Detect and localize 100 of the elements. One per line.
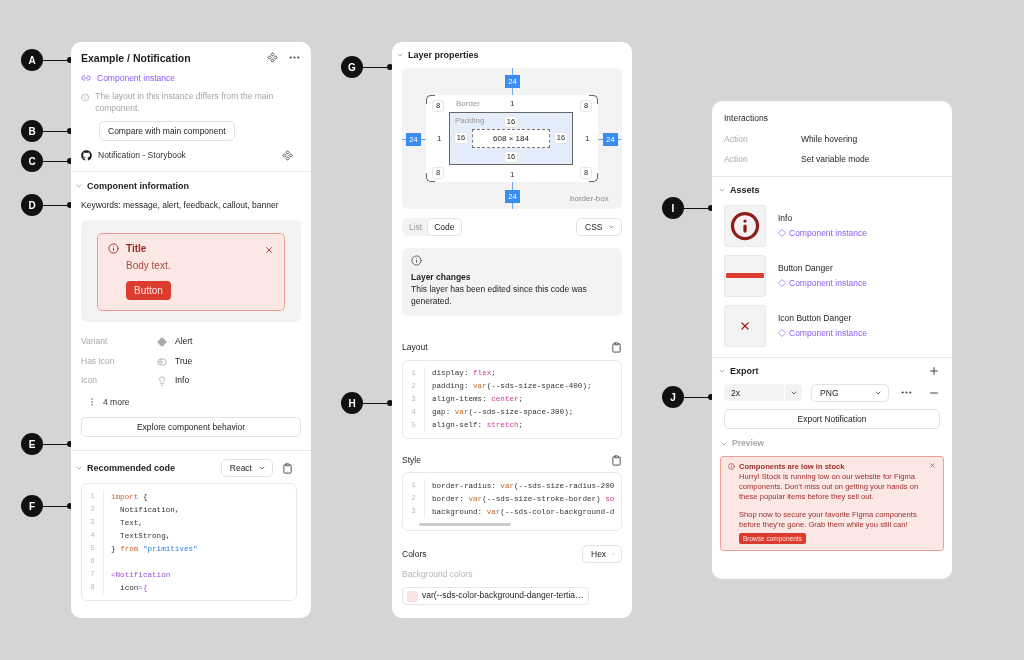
link-icon	[81, 73, 91, 83]
compare-button[interactable]: Compare with main component	[99, 120, 235, 141]
chevron-down-icon	[608, 223, 615, 231]
chevron-down-icon[interactable]	[396, 51, 404, 59]
section-title: Recommended code	[87, 463, 176, 474]
section-title: Export	[730, 365, 759, 376]
callout-badge: D	[21, 194, 43, 216]
component-icon[interactable]	[282, 149, 293, 161]
instance-link[interactable]: Component instance	[789, 228, 867, 239]
explore-button[interactable]: Explore component behavior	[81, 417, 301, 438]
asset-name: Icon Button Danger	[778, 313, 853, 326]
component-icon[interactable]	[267, 52, 278, 63]
instance-link[interactable]: Component instance	[789, 278, 867, 289]
leader-line	[684, 205, 714, 211]
border-value: 1	[510, 99, 515, 108]
callout-badge: C	[21, 150, 43, 172]
close-icon[interactable]	[264, 244, 274, 255]
storybook-link[interactable]: Notification - Storybook	[98, 150, 186, 161]
section-title: Colors	[402, 548, 427, 561]
color-format-dropdown[interactable]: Hex	[582, 545, 622, 564]
panel-title: Example / Notification	[81, 51, 191, 64]
info-icon	[728, 462, 735, 470]
callout-badge: J	[662, 386, 684, 408]
group-label: Background colors	[402, 569, 474, 582]
leader-line	[43, 158, 73, 164]
leader-line	[363, 400, 393, 406]
notification-body: Body text.	[126, 258, 171, 273]
leader-line	[43, 57, 73, 63]
diamond-icon	[157, 336, 167, 347]
leader-line	[43, 128, 73, 134]
leader-line	[43, 441, 73, 447]
view-tab[interactable]: Code	[428, 219, 461, 235]
button-drawing	[726, 273, 764, 279]
clipboard-icon[interactable]	[282, 462, 293, 474]
callout-badge: A	[21, 49, 43, 71]
action-value: Set variable mode	[801, 153, 870, 166]
leader-line	[684, 394, 714, 400]
diamond-icon	[778, 329, 786, 338]
bulb-icon	[157, 376, 167, 387]
content-size: 608 × 184	[472, 129, 550, 148]
more-link[interactable]: 4 more	[103, 397, 130, 408]
diamond-icon	[778, 279, 786, 288]
section-title: Layer properties	[408, 50, 479, 60]
border-label: Border	[456, 99, 480, 108]
action-value: While hovering	[801, 133, 858, 146]
color-value: var(--sds-color-background-danger-tertia…	[422, 590, 584, 603]
callout-badge: E	[21, 433, 43, 455]
callout-badge: F	[21, 495, 43, 517]
property-label: Has Icon	[81, 355, 116, 368]
scale-field[interactable]: 2x	[724, 384, 803, 402]
action-label: Action	[724, 153, 749, 166]
section-title: Component information	[87, 180, 189, 191]
keywords-text: Keywords: message, alert, feedback, callout, banner	[81, 199, 280, 212]
leader-line	[43, 503, 73, 509]
section-title: Layout	[402, 341, 428, 354]
section-title: Preview	[732, 437, 765, 450]
clipboard-icon[interactable]	[611, 455, 622, 466]
color-chip[interactable]: var(--sds-color-background-danger-tertia…	[402, 587, 589, 606]
github-icon	[81, 149, 92, 161]
format-dropdown[interactable]: CSS	[576, 218, 622, 236]
property-value: Alert	[175, 335, 193, 348]
property-value: Info	[175, 375, 190, 388]
asset-name: Info	[778, 213, 794, 226]
info-icon	[81, 93, 90, 102]
padding-label: Padding	[455, 116, 485, 125]
callout-badge: G	[341, 56, 363, 78]
info-icon	[411, 255, 422, 266]
file-format-dropdown[interactable]: PNG	[811, 383, 889, 402]
notification-title: Title	[126, 241, 147, 256]
action-label: Action	[724, 133, 749, 146]
property-label: Icon	[81, 375, 99, 388]
property-label: Variant	[81, 335, 109, 348]
leader-line	[363, 64, 393, 70]
section-title: Interactions	[724, 113, 769, 125]
notice-text: This layer has been edited since this code was generated.	[411, 283, 588, 308]
toggle-icon	[157, 356, 167, 367]
instance-link[interactable]: Component instance	[97, 73, 175, 83]
notice-text: The layout in this instance differs from the main component.	[95, 91, 275, 115]
close-icon[interactable]	[929, 461, 936, 469]
clipboard-icon[interactable]	[611, 342, 622, 354]
diamond-icon	[778, 229, 786, 238]
leader-line	[43, 202, 73, 208]
callout-badge: B	[21, 120, 43, 142]
language-dropdown[interactable]: React	[220, 459, 273, 478]
info-icon	[108, 242, 119, 254]
callout-badge: I	[662, 197, 684, 219]
box-sizing-label: border-box	[570, 194, 609, 203]
notice-title: Layer changes	[411, 272, 472, 284]
notification-button[interactable]: Button	[126, 280, 171, 300]
section-title: Assets	[730, 184, 760, 195]
border-value: 1	[585, 134, 590, 143]
section-title: Style	[402, 454, 421, 467]
info-icon	[730, 210, 760, 241]
callout-badge: H	[341, 392, 363, 414]
asset-name: Button Danger	[778, 263, 834, 276]
export-button[interactable]: Export Notification	[724, 408, 940, 429]
border-value: 1	[510, 170, 515, 179]
border-value: 1	[437, 134, 442, 143]
instance-link[interactable]: Component instance	[789, 328, 867, 339]
add-icon[interactable]	[928, 364, 940, 377]
